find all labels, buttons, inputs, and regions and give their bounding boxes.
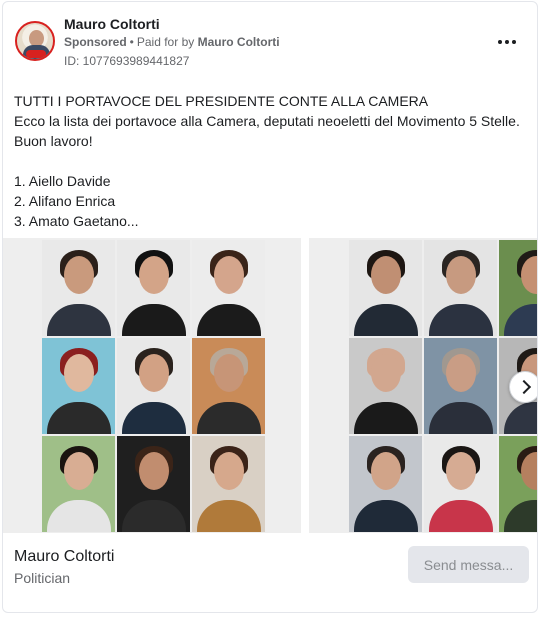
- portrait-photo: [349, 436, 422, 532]
- page-name[interactable]: Mauro Coltorti: [14, 548, 114, 566]
- portrait-photo: [192, 338, 265, 434]
- portrait-face: [138, 256, 169, 294]
- portrait-face: [370, 256, 401, 294]
- body-line: TUTTI I PORTAVOCE DEL PRESIDENTE CONTE A…: [14, 93, 429, 109]
- portrait-photo: [192, 240, 265, 336]
- portrait-photo: [424, 338, 497, 434]
- advertiser-avatar[interactable]: [15, 21, 55, 61]
- portrait-photo: [424, 240, 497, 336]
- portrait-photo: [424, 436, 497, 532]
- portrait-face: [370, 354, 401, 392]
- portrait-photo: [349, 338, 422, 434]
- portrait-photo: [42, 436, 115, 532]
- page-category: Politician: [14, 570, 71, 586]
- portrait-torso: [121, 304, 186, 336]
- avatar-badge: [26, 50, 46, 58]
- portrait-face: [63, 354, 94, 392]
- portrait-face: [213, 256, 244, 294]
- portrait-face: [445, 256, 476, 294]
- portrait-face: [138, 452, 169, 490]
- portrait-photo: [117, 240, 190, 336]
- portrait-torso: [428, 402, 493, 434]
- portrait-photo: [117, 436, 190, 532]
- portrait-torso: [46, 402, 111, 434]
- portrait-torso: [503, 402, 537, 434]
- portrait-torso: [503, 304, 537, 336]
- portrait-photo: [42, 338, 115, 434]
- portrait-photo: [499, 240, 537, 336]
- body-line: Buon lavoro!: [14, 133, 93, 149]
- portrait-torso: [428, 304, 493, 336]
- portrait-torso: [353, 304, 418, 336]
- portrait-face: [213, 452, 244, 490]
- portrait-face: [63, 452, 94, 490]
- paid-for-by-label: Paid for by: [136, 35, 195, 49]
- portrait-face: [138, 354, 169, 392]
- paid-for-by-name[interactable]: Mauro Coltorti: [198, 35, 280, 49]
- portrait-torso: [196, 500, 261, 532]
- body-line: 2. Alifano Enrica: [14, 193, 116, 209]
- carousel-slide-2[interactable]: [309, 238, 537, 533]
- portrait-photo: [42, 240, 115, 336]
- chevron-right-icon: [516, 379, 531, 395]
- more-options-icon[interactable]: [495, 32, 519, 52]
- sponsored-label: Sponsored: [64, 35, 127, 49]
- ad-disclosure: Sponsored • Paid for by Mauro Coltorti: [64, 35, 280, 49]
- body-line: 3. Amato Gaetano...: [14, 213, 139, 229]
- portrait-torso: [46, 500, 111, 532]
- portrait-face: [213, 354, 244, 392]
- ad-card: Mauro Coltorti Sponsored • Paid for by Mau…: [2, 1, 538, 613]
- body-line: 1. Aiello Davide: [14, 173, 111, 189]
- portrait-face: [370, 452, 401, 490]
- portrait-photo: [117, 338, 190, 434]
- photo-grid: [42, 240, 265, 532]
- portrait-photo: [499, 436, 537, 532]
- portrait-face: [445, 452, 476, 490]
- send-message-button[interactable]: Send messa...: [408, 546, 529, 583]
- portrait-photo: [349, 240, 422, 336]
- portrait-torso: [428, 500, 493, 532]
- portrait-photo: [192, 436, 265, 532]
- portrait-torso: [196, 402, 261, 434]
- library-id: ID: 1077693989441827: [64, 54, 190, 68]
- separator-dot: •: [129, 35, 134, 49]
- portrait-torso: [353, 500, 418, 532]
- body-line: Ecco la lista dei portavoce alla Camera,…: [14, 113, 520, 129]
- portrait-torso: [353, 402, 418, 434]
- portrait-torso: [196, 304, 261, 336]
- body-line: [14, 151, 534, 171]
- portrait-torso: [121, 500, 186, 532]
- portrait-torso: [503, 500, 537, 532]
- advertiser-name[interactable]: Mauro Coltorti: [64, 16, 160, 32]
- ad-body-text: TUTTI I PORTAVOCE DEL PRESIDENTE CONTE A…: [14, 91, 534, 231]
- portrait-torso: [46, 304, 111, 336]
- portrait-face: [63, 256, 94, 294]
- image-carousel[interactable]: [3, 238, 537, 533]
- carousel-next-button[interactable]: [509, 371, 537, 403]
- portrait-face: [445, 354, 476, 392]
- portrait-torso: [121, 402, 186, 434]
- carousel-slide-1[interactable]: [3, 238, 301, 533]
